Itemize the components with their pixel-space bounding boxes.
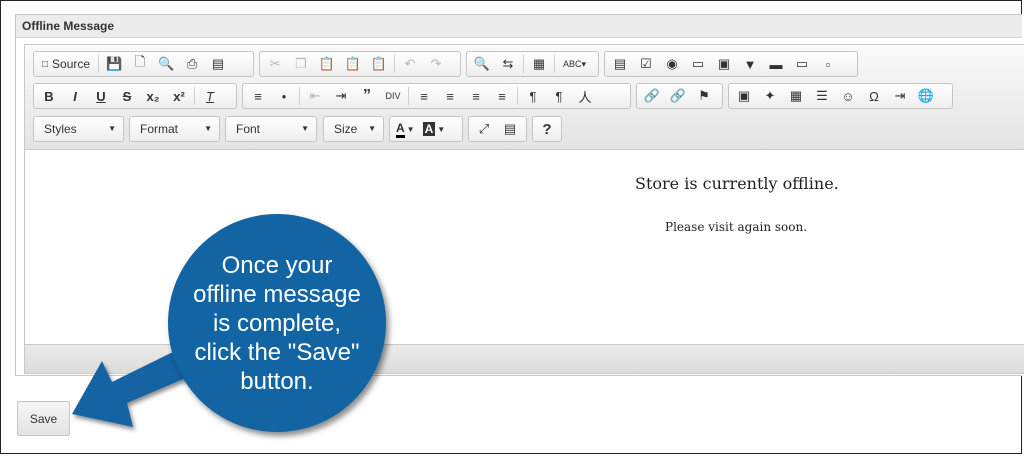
callout-arrow (72, 346, 195, 427)
callout-bubble: Once your offline message is complete, c… (168, 214, 386, 432)
callout-text: Once your offline message is complete, c… (193, 251, 361, 395)
